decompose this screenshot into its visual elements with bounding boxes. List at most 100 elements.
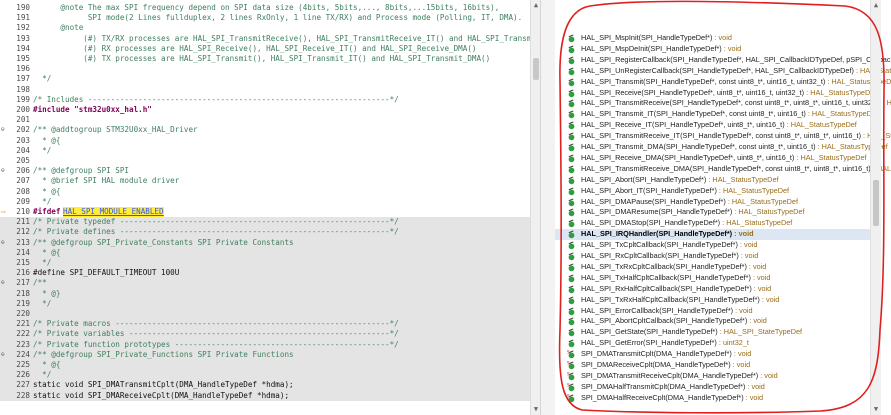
outline-item[interactable]: S SPI_DMATransmitReceiveCplt(DMA_HandleTy… — [555, 371, 880, 382]
fold-toggle-icon[interactable]: ⊖ — [1, 239, 7, 246]
fold-toggle-icon[interactable]: ⊖ — [1, 279, 7, 286]
outline-item[interactable]: S SPI_DMAReceiveCplt(DMA_HandleTypeDef*) … — [555, 360, 880, 371]
outline-item[interactable]: HAL_SPI_TransmitReceive_DMA(SPI_HandleTy… — [555, 164, 891, 175]
code-line[interactable]: 212/* Private defines ------------------… — [0, 227, 530, 238]
scroll-up-arrow-icon[interactable]: ▲ — [872, 1, 880, 9]
outline-item[interactable]: HAL_SPI_DMAResume(SPI_HandleTypeDef*) : … — [555, 207, 880, 218]
code-line[interactable]: 211/* Private typedef ------------------… — [0, 217, 530, 228]
code-line[interactable]: 224 ⊖/** @defgroup SPI_Private_Functions … — [0, 349, 530, 360]
code-line[interactable]: 226 */ — [0, 370, 530, 381]
code-line[interactable]: 214 * @{ — [0, 247, 530, 258]
code-line[interactable]: 221/* Private macros -------------------… — [0, 319, 530, 330]
code-line[interactable]: 208 * @{ — [0, 187, 530, 197]
code-line[interactable]: 202 ⊖/** @addtogroup STM32U0xx_HAL_Driver — [0, 125, 530, 135]
code-line[interactable]: 227 static void SPI_DMATransmitCplt(DMA_H… — [0, 380, 530, 391]
outline-item[interactable]: HAL_SPI_RxCpltCallback(SPI_HandleTypeDef… — [555, 251, 880, 262]
editor-scroll-thumb[interactable] — [533, 58, 539, 80]
code-line[interactable]: 199/* Includes -------------------------… — [0, 95, 530, 105]
outline-item[interactable]: HAL_SPI_MspDeInit(SPI_HandleTypeDef*) : … — [555, 44, 880, 55]
editor-scrollbar[interactable]: ▲ ▼ — [530, 0, 540, 415]
code-line[interactable]: 191 SPI mode(2 Lines fullduplex, 2 lines… — [0, 13, 530, 23]
outline-item[interactable]: HAL_SPI_TxRxHalfCpltCallback(SPI_HandleT… — [555, 295, 880, 306]
fold-toggle-icon[interactable]: ⊖ — [1, 167, 7, 174]
outline-item[interactable]: HAL_SPI_DMAStop(SPI_HandleTypeDef*) : HA… — [555, 218, 880, 229]
code-line[interactable]: 215 */ — [0, 258, 530, 269]
code-line[interactable]: 219 */ — [0, 298, 530, 309]
outline-item[interactable]: HAL_SPI_Receive(SPI_HandleTypeDef*, uint… — [555, 88, 880, 99]
outline-item[interactable]: HAL_SPI_TransmitReceive_IT(SPI_HandleTyp… — [555, 131, 891, 142]
code-line[interactable]: 216 #define SPI_DEFAULT_TIMEOUT 100U — [0, 268, 530, 279]
code-line[interactable]: 192 @note — [0, 23, 530, 33]
code-line[interactable]: 225 * @{ — [0, 360, 530, 371]
outline-item[interactable]: HAL_SPI_Transmit(SPI_HandleTypeDef*, con… — [555, 77, 891, 88]
static-function-icon: S — [567, 394, 575, 402]
outline-item[interactable]: HAL_SPI_UnRegisterCallback(SPI_HandleTyp… — [555, 66, 891, 77]
outline-item[interactable]: HAL_SPI_IRQHandler(SPI_HandleTypeDef*) :… — [555, 229, 880, 241]
code-line[interactable]: 206 ⊖/** @defgroup SPI SPI — [0, 166, 530, 176]
code-line[interactable]: 217 ⊖/** — [0, 278, 530, 289]
function-icon — [568, 252, 575, 261]
code-line[interactable]: 220 — [0, 309, 530, 320]
code-line[interactable]: 222/* Private variables ----------------… — [0, 329, 530, 340]
fold-toggle-icon[interactable]: ⊖ — [1, 126, 7, 133]
code-text: * @brief SPI HAL module driver — [33, 176, 180, 186]
outline-item[interactable]: S SPI_DMAHalfTransmitCplt(DMA_HandleTypeD… — [555, 382, 880, 393]
code-line[interactable]: 190 @note The max SPI frequency depend o… — [0, 3, 530, 13]
function-icon — [568, 121, 575, 130]
return-type: : void — [747, 316, 767, 326]
scroll-down-arrow-icon[interactable]: ▼ — [532, 405, 540, 413]
code-line[interactable]: 198 — [0, 85, 530, 95]
outline-item[interactable]: HAL_SPI_Abort(SPI_HandleTypeDef*) : HAL_… — [555, 175, 880, 186]
outline-item[interactable]: HAL_SPI_MspInit(SPI_HandleTypeDef*) : vo… — [555, 33, 880, 44]
code-line[interactable]: 193 (#) TX/RX processes are HAL_SPI_Tran… — [0, 34, 540, 44]
outline-view[interactable]: HAL_SPI_MspInit(SPI_HandleTypeDef*) : vo… — [555, 0, 891, 415]
outline-scroll-thumb[interactable] — [873, 180, 879, 226]
code-text: /** — [33, 278, 47, 288]
outline-item[interactable]: HAL_SPI_Transmit_IT(SPI_HandleTypeDef*, … — [555, 109, 880, 120]
outline-item[interactable]: HAL_SPI_ErrorCallback(SPI_HandleTypeDef*… — [555, 306, 880, 317]
outline-item[interactable]: HAL_SPI_Abort_IT(SPI_HandleTypeDef*) : H… — [555, 186, 880, 197]
code-line[interactable]: 207 * @brief SPI HAL module driver — [0, 176, 530, 186]
code-line[interactable]: 201 — [0, 115, 530, 125]
outline-item[interactable]: HAL_SPI_TransmitReceive(SPI_HandleTypeDe… — [555, 98, 891, 109]
line-number: 221 — [16, 319, 30, 329]
line-number: 195 — [16, 54, 30, 63]
outline-item[interactable]: HAL_SPI_TxCpltCallback(SPI_HandleTypeDef… — [555, 240, 880, 251]
outline-item[interactable]: S SPI_DMAHalfReceiveCplt(DMA_HandleTypeDe… — [555, 393, 880, 404]
code-line[interactable]: 228 static void SPI_DMAReceiveCplt(DMA_Ha… — [0, 390, 530, 401]
code-line[interactable]: 200 #include "stm32u0xx_hal.h" — [0, 105, 530, 115]
code-line[interactable]: 205 — [0, 156, 530, 166]
outline-item[interactable]: HAL_SPI_TxRxCpltCallback(SPI_HandleTypeD… — [555, 262, 880, 273]
function-icon — [568, 34, 575, 43]
code-line[interactable]: 204 */ — [0, 146, 530, 156]
scroll-down-arrow-icon[interactable]: ▼ — [872, 405, 880, 413]
outline-item[interactable]: HAL_SPI_RxHalfCpltCallback(SPI_HandleTyp… — [555, 284, 880, 295]
fold-toggle-icon[interactable]: ⊖ — [1, 351, 7, 358]
code-line[interactable]: 203 * @{ — [0, 136, 530, 146]
pane-splitter[interactable] — [540, 0, 556, 415]
code-line[interactable]: 195 (#) TX processes are HAL_SPI_Transmi… — [0, 54, 530, 64]
outline-item[interactable]: HAL_SPI_RegisterCallback(SPI_HandleTypeD… — [555, 55, 891, 66]
code-line[interactable]: 210 ⇨ #ifdef HAL_SPI_MODULE_ENABLED — [0, 207, 530, 218]
code-editor[interactable]: 190 @note The max SPI frequency depend o… — [0, 0, 540, 415]
outline-item[interactable]: HAL_SPI_GetError(SPI_HandleTypeDef*) : u… — [555, 338, 880, 349]
outline-item[interactable]: HAL_SPI_AbortCpltCallback(SPI_HandleType… — [555, 316, 880, 327]
highlighted-macro[interactable]: HAL_SPI_MODULE_ENABLED — [63, 207, 164, 218]
outline-item[interactable]: HAL_SPI_GetState(SPI_HandleTypeDef*) : H… — [555, 327, 880, 338]
code-line[interactable]: 197 */ — [0, 74, 530, 84]
code-line[interactable]: 194 (#) RX processes are HAL_SPI_Receive… — [0, 44, 530, 54]
code-line[interactable]: 223/* Private function prototypes ------… — [0, 339, 530, 350]
scroll-up-arrow-icon[interactable]: ▲ — [532, 1, 540, 9]
return-type: : void — [737, 240, 758, 250]
code-line[interactable]: 196 — [0, 64, 530, 74]
outline-item[interactable]: HAL_SPI_Receive_IT(SPI_HandleTypeDef*, u… — [555, 120, 880, 131]
code-line[interactable]: 209 */ — [0, 197, 530, 207]
code-line[interactable]: 218 * @} — [0, 288, 530, 299]
outline-item[interactable]: HAL_SPI_Transmit_DMA(SPI_HandleTypeDef*,… — [555, 142, 888, 153]
outline-item[interactable]: HAL_SPI_DMAPause(SPI_HandleTypeDef*) : H… — [555, 197, 880, 208]
outline-item[interactable]: HAL_SPI_TxHalfCpltCallback(SPI_HandleTyp… — [555, 273, 880, 284]
code-line[interactable]: 213 ⊖/** @defgroup SPI_Private_Constants … — [0, 237, 530, 248]
outline-item[interactable]: S SPI_DMATransmitCplt(DMA_HandleTypeDef*)… — [555, 349, 880, 360]
outline-item[interactable]: HAL_SPI_Receive_DMA(SPI_HandleTypeDef*, … — [555, 153, 880, 164]
outline-scrollbar[interactable]: ▲ ▼ — [870, 0, 881, 415]
